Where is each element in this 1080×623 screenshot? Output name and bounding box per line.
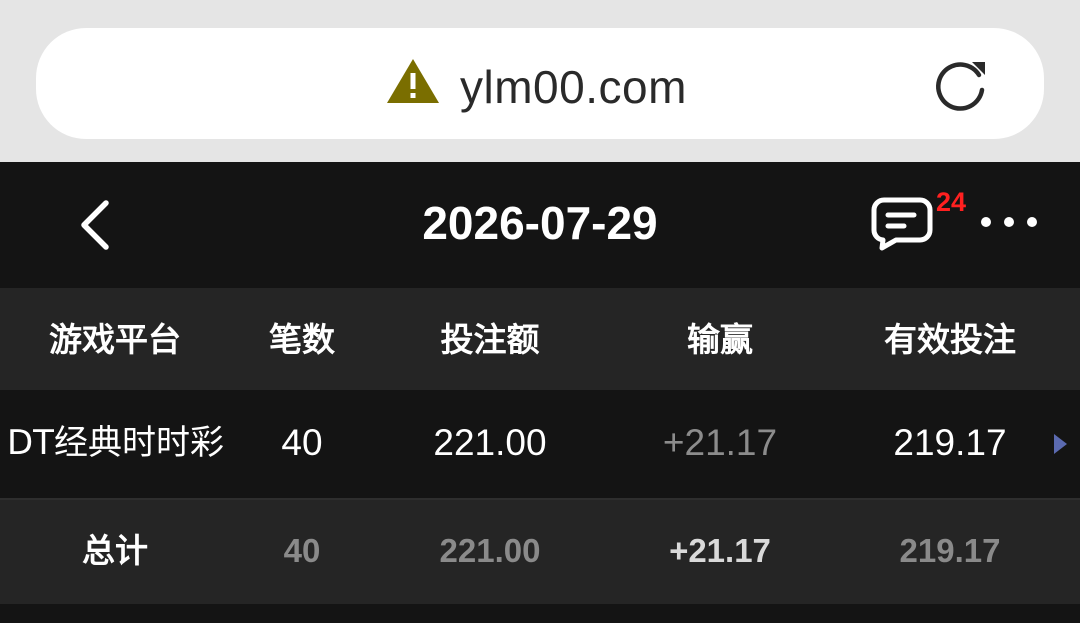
total-count: 40 bbox=[283, 532, 321, 569]
reload-icon[interactable] bbox=[930, 54, 992, 116]
column-header-valid-bet: 有效投注 bbox=[884, 320, 1016, 359]
platform-name: DT经典时时彩 bbox=[7, 423, 224, 463]
chat-bubble-icon[interactable] bbox=[870, 196, 934, 252]
total-bet: 221.00 bbox=[439, 532, 541, 569]
column-header-count: 笔数 bbox=[269, 320, 335, 359]
bottom-area bbox=[0, 604, 1080, 623]
warning-triangle-icon[interactable] bbox=[385, 57, 441, 105]
column-header-bet: 投注额 bbox=[440, 320, 540, 359]
caret-right-icon[interactable] bbox=[1050, 431, 1070, 457]
total-win-loss: +21.17 bbox=[669, 532, 771, 569]
bet-amount: 221.00 bbox=[433, 422, 547, 463]
column-header-platform: 游戏平台 bbox=[49, 320, 181, 359]
bet-count: 40 bbox=[281, 422, 323, 463]
valid-bet-amount: 219.17 bbox=[893, 422, 1007, 463]
more-horizontal-icon[interactable] bbox=[978, 212, 1040, 232]
message-badge: 24 bbox=[936, 187, 967, 217]
win-loss-amount: +21.17 bbox=[662, 422, 778, 463]
total-label: 总计 bbox=[82, 532, 148, 569]
total-valid-bet: 219.17 bbox=[899, 532, 1001, 569]
column-header-win-loss: 输赢 bbox=[687, 320, 753, 359]
url-text[interactable]: ylm00.com bbox=[460, 58, 687, 116]
